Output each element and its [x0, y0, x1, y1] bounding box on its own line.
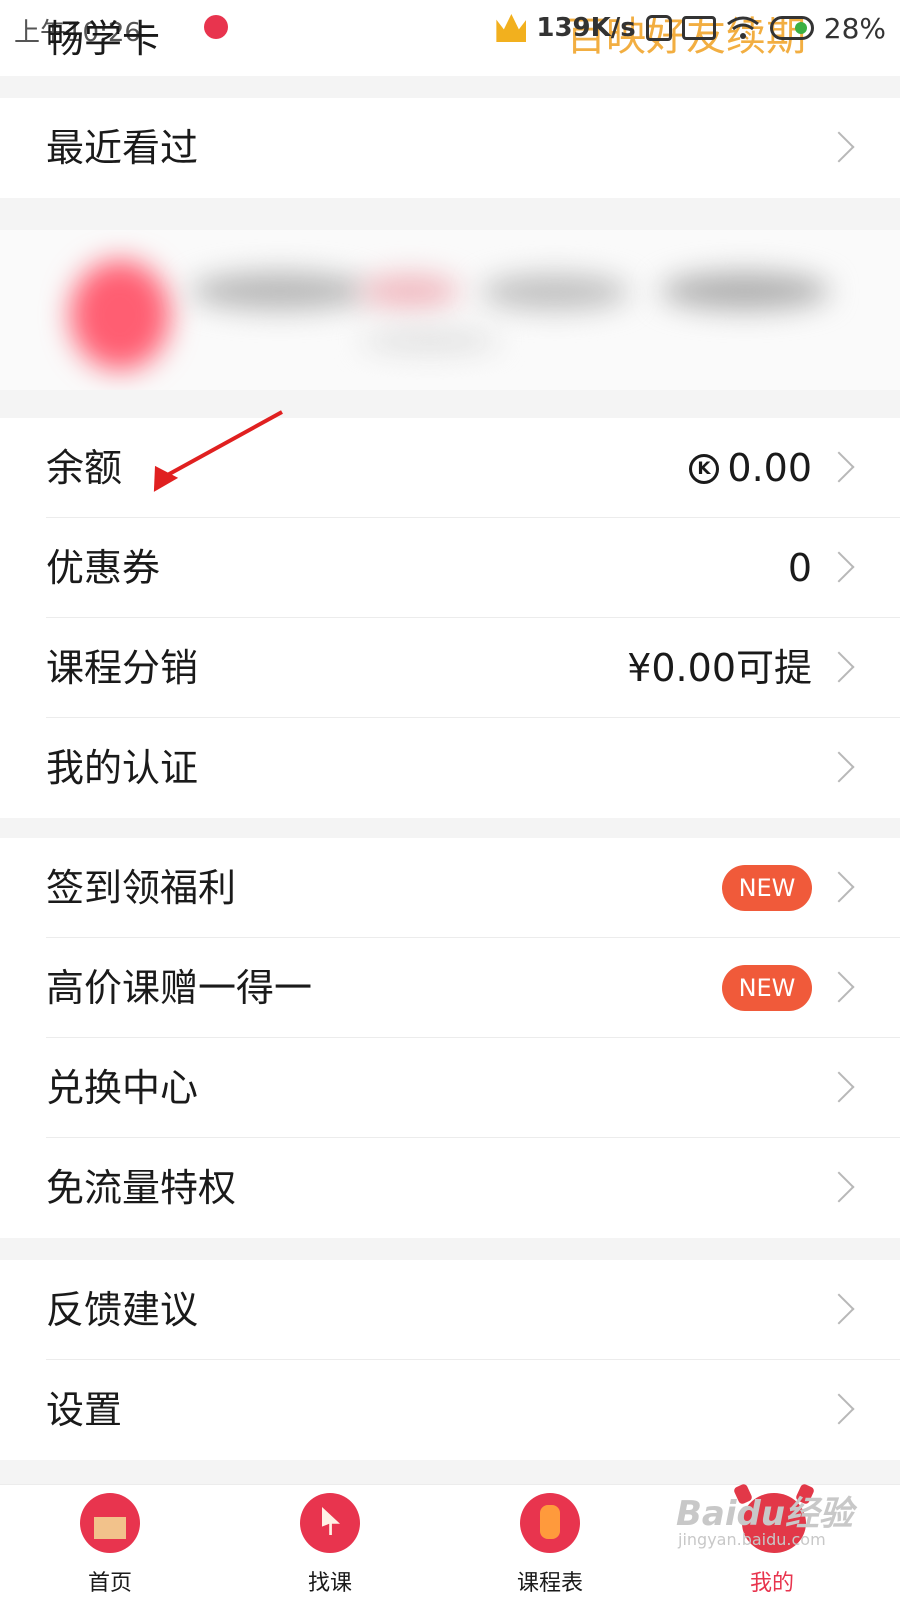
recent-group: 最近看过 — [0, 98, 900, 198]
banner-blur — [360, 330, 500, 352]
watermark-url: jingyan.baidu.com — [678, 1530, 826, 1549]
tab-find-course[interactable]: 找课 — [260, 1485, 400, 1600]
battery-icon — [769, 16, 814, 40]
tab-home[interactable]: 首页 — [40, 1485, 180, 1600]
chevron-right-icon — [823, 751, 855, 783]
menu-item-label: 签到领福利 — [46, 866, 237, 910]
menu-item-label: 课程分销 — [46, 646, 199, 690]
tab-schedule[interactable]: 课程表 — [480, 1485, 620, 1600]
misc-group: 反馈建议 设置 — [0, 1260, 900, 1460]
chevron-right-icon — [823, 131, 855, 163]
banner-avatar — [70, 260, 170, 370]
lantern-icon — [520, 1493, 580, 1553]
new-badge: NEW — [722, 865, 812, 911]
banner-blur — [190, 272, 370, 310]
mute-icon — [645, 15, 672, 41]
chevron-right-icon — [823, 1071, 855, 1103]
menu-item-free-data[interactable]: 免流量特权 — [0, 1138, 900, 1238]
chevron-right-icon — [823, 871, 855, 903]
menu-item-label: 高价课赠一得一 — [46, 966, 313, 1010]
notification-dot — [204, 15, 228, 39]
menu-item-recent[interactable]: 最近看过 — [0, 98, 900, 198]
banner-blur — [660, 272, 830, 310]
page-title: 畅学卡 — [46, 17, 161, 61]
menu-item-distribution[interactable]: 课程分销 ¥0.00可提 — [0, 618, 900, 718]
menu-item-label: 最近看过 — [46, 126, 199, 170]
wifi-icon — [726, 16, 759, 39]
annotation-arrow-icon — [153, 410, 283, 492]
battery-level: 28% — [823, 11, 886, 45]
chevron-right-icon — [823, 971, 855, 1003]
balance-value: 0.00 — [727, 446, 812, 490]
menu-item-feedback[interactable]: 反馈建议 — [0, 1260, 900, 1360]
menu-item-balance[interactable]: 余额 K 0.00 — [0, 418, 900, 518]
chevron-right-icon — [823, 651, 855, 683]
menu-item-settings[interactable]: 设置 — [0, 1360, 900, 1460]
chevron-right-icon — [823, 551, 855, 583]
status-icons: 139K/s 28% — [496, 10, 886, 46]
network-speed: 139K/s — [536, 13, 636, 43]
menu-item-label: 优惠券 — [46, 546, 161, 590]
cursor-icon — [300, 1493, 360, 1553]
menu-item-label: 免流量特权 — [46, 1166, 237, 1210]
menu-item-checkin[interactable]: 签到领福利 NEW — [0, 838, 900, 938]
chevron-right-icon — [823, 451, 855, 483]
chevron-right-icon — [823, 1293, 855, 1325]
banner-blur — [360, 274, 460, 308]
tab-label: 首页 — [87, 1571, 132, 1596]
new-badge: NEW — [722, 965, 812, 1011]
menu-item-label: 兑换中心 — [46, 1066, 199, 1110]
coupon-count: 0 — [787, 546, 812, 590]
tab-label: 我的 — [749, 1571, 794, 1596]
menu-item-coupons[interactable]: 优惠券 0 — [0, 518, 900, 618]
status-bar: 上午10:26 畅学卡 百映好友续期 139K/s 28% — [0, 0, 900, 76]
distribution-value: ¥0.00可提 — [627, 646, 812, 690]
menu-item-label: 余额 — [46, 446, 123, 490]
tab-label: 找课 — [307, 1571, 352, 1596]
chevron-right-icon — [823, 1171, 855, 1203]
screen-icon — [681, 16, 716, 40]
watermark-brand: Baidu经验 — [676, 1494, 854, 1534]
banner-blur — [480, 274, 630, 310]
menu-item-buy-one-get-one[interactable]: 高价课赠一得一 NEW — [0, 938, 900, 1038]
menu-item-certification[interactable]: 我的认证 — [0, 718, 900, 818]
coin-icon: K — [689, 454, 719, 484]
crown-icon — [496, 14, 527, 42]
benefits-group: 签到领福利 NEW 高价课赠一得一 NEW 兑换中心 免流量特权 — [0, 838, 900, 1238]
menu-item-label: 我的认证 — [46, 746, 199, 790]
menu-item-redeem-center[interactable]: 兑换中心 — [0, 1038, 900, 1138]
promo-banner[interactable] — [0, 230, 900, 390]
watermark: Baidu经验 jingyan.baidu.com — [676, 1486, 876, 1566]
home-icon — [80, 1493, 140, 1553]
menu-item-label: 反馈建议 — [46, 1288, 199, 1332]
wallet-group: 余额 K 0.00 优惠券 0 课程分销 ¥0.00可提 我的认证 — [0, 418, 900, 818]
tab-label: 课程表 — [516, 1571, 583, 1596]
menu-item-label: 设置 — [46, 1388, 123, 1432]
chevron-right-icon — [823, 1393, 855, 1425]
